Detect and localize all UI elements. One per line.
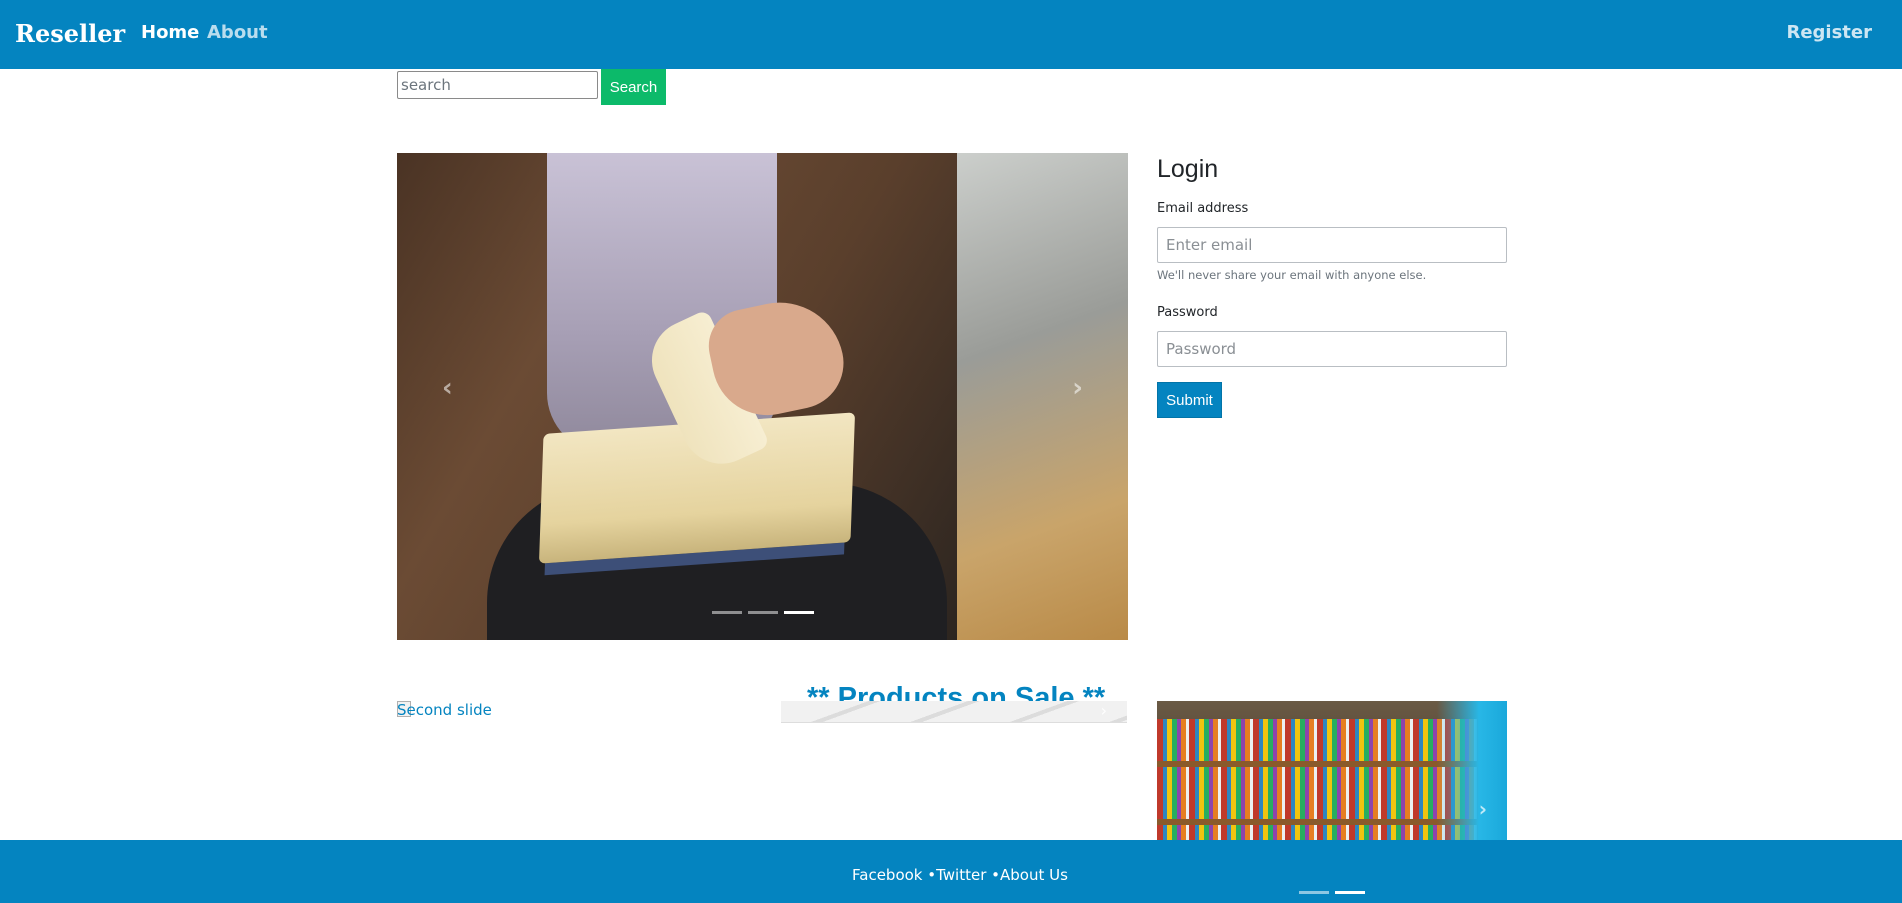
library-light <box>1437 701 1507 840</box>
password-label: Password <box>1157 305 1218 320</box>
search-input[interactable] <box>397 71 598 99</box>
hero-carousel: ‹ › <box>397 153 1128 640</box>
submit-button[interactable]: Submit <box>1157 382 1222 418</box>
sale-carousel-indicator-2[interactable] <box>1335 891 1365 894</box>
chevron-right-icon[interactable]: › <box>1101 701 1107 720</box>
navbar: Reseller Home About Register <box>0 0 1902 69</box>
broken-image-second-slide[interactable]: Second slide <box>397 701 492 719</box>
carousel-indicators <box>397 611 1128 614</box>
carousel-indicator-1[interactable] <box>711 611 742 614</box>
chevron-right-icon[interactable]: › <box>1072 373 1083 403</box>
carousel-indicator-3[interactable] <box>783 611 814 614</box>
footer-separator: • <box>922 866 937 884</box>
email-help-text: We'll never share your email with anyone… <box>1157 268 1427 282</box>
password-field[interactable] <box>1157 331 1507 367</box>
email-field[interactable] <box>1157 227 1507 263</box>
chevron-left-icon[interactable]: ‹ <box>442 373 453 403</box>
search-button[interactable]: Search <box>601 69 666 105</box>
footer-link-facebook[interactable]: Facebook <box>852 866 922 884</box>
login-title: Login <box>1157 155 1219 183</box>
carousel-indicator-2[interactable] <box>747 611 778 614</box>
footer-separator: • <box>986 866 1001 884</box>
brand-logo[interactable]: Reseller <box>15 19 125 48</box>
footer-link-twitter[interactable]: Twitter <box>936 866 986 884</box>
sale-carousel-indicators <box>1299 891 1365 894</box>
email-label: Email address <box>1157 201 1249 216</box>
nav-link-register[interactable]: Register <box>1786 22 1872 43</box>
nav-link-home[interactable]: Home <box>141 22 199 43</box>
nav-link-about[interactable]: About <box>207 22 268 43</box>
footer-link-about-us[interactable]: About Us <box>1000 866 1068 884</box>
footer: Facebook •Twitter •About Us <box>0 840 1902 903</box>
login-form: Login Email address We'll never share yo… <box>1157 153 1507 418</box>
sale-carousel-indicator-1[interactable] <box>1299 891 1329 894</box>
footer-links: Facebook •Twitter •About Us <box>852 866 1068 884</box>
sale-carousel-image: › <box>781 701 1127 723</box>
chevron-right-icon[interactable]: › <box>1479 797 1487 821</box>
library-image: › <box>1157 701 1507 840</box>
broken-image-alt: Second slide <box>397 701 492 719</box>
